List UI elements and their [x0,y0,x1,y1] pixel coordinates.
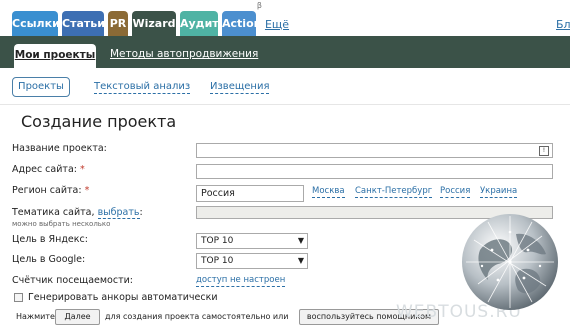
top-tab-bar: Ссылки Статьи PR Wizard Аудит Action β Е… [0,0,570,36]
divider [0,104,570,105]
region-link-moscow[interactable]: Москва [312,186,345,198]
subtab-projects[interactable]: Проекты [12,77,70,97]
generate-anchors-label: Генерировать анкоры автоматически [28,292,218,303]
return-icon: ! [539,146,549,156]
tab-action[interactable]: Action β [222,1,262,36]
google-goal-value: TOP 10 [201,256,234,266]
nav-my-projects[interactable]: Мои проекты [14,44,96,68]
project-name-input[interactable]: ! [196,143,553,158]
nav-promotion-methods[interactable]: Методы автопродвижения [110,48,258,60]
dropdown-arrow-icon: ▼ [297,236,304,245]
project-name-label: Название проекта: [12,143,107,154]
site-url-input[interactable] [196,164,553,179]
yandex-goal-value: TOP 10 [201,236,234,246]
subtab-notifications[interactable]: Извещения [210,80,270,94]
topic-label: Тематика сайта, выбрать: [12,207,143,219]
tab-audit[interactable]: Аудит [180,11,219,36]
yandex-goal-label: Цель в Яндекс: [12,234,88,245]
required-mark: * [84,185,90,196]
next-button[interactable]: Далее [55,309,100,325]
tab-blog[interactable]: Бл [556,11,570,36]
topic-colon: : [139,207,143,218]
middle-text: для создания проекта самостоятельно или [105,312,289,321]
subtab-text-analysis[interactable]: Текстовый анализ [94,80,191,94]
beta-mark: β [256,1,262,10]
topic-label-text: Тематика сайта, [12,207,95,218]
globe-logo [462,214,558,310]
google-goal-label: Цель в Google: [12,254,86,265]
tab-links[interactable]: Ссылки [12,11,60,36]
counter-label: Счётчик посещаемости: [12,275,133,286]
generate-anchors-checkbox[interactable] [14,293,23,302]
tab-pr[interactable]: PR [108,11,128,36]
page-title: Создание проекта [21,112,177,131]
google-goal-select[interactable]: TOP 10 ▼ [196,253,308,269]
required-mark: * [80,164,85,175]
tab-action-label: Action [222,17,262,30]
topic-select-link[interactable]: выбрать [97,207,140,219]
tab-wizard[interactable]: Wizard [132,11,176,36]
site-url-label-text: Адрес сайта: [12,164,77,175]
region-link-spb[interactable]: Санкт-Петербург [355,186,433,198]
tab-more[interactable]: Ещё [264,11,290,36]
region-link-ukraine[interactable]: Украина [480,186,518,198]
tab-articles[interactable]: Статьи [62,11,105,36]
region-label-text: Регион сайта: [12,185,82,196]
region-input[interactable]: Россия [196,185,304,202]
yandex-goal-select[interactable]: TOP 10 ▼ [196,233,308,249]
dropdown-arrow-icon: ▼ [297,256,304,265]
region-label: Регион сайта: * [12,185,89,196]
site-url-label: Адрес сайта: * [12,164,85,175]
topic-note: можно выбрать несколько [12,220,111,228]
press-text: Нажмите [16,312,55,321]
region-link-russia[interactable]: Россия [440,186,471,198]
counter-access-link[interactable]: доступ не настроен [196,275,286,287]
